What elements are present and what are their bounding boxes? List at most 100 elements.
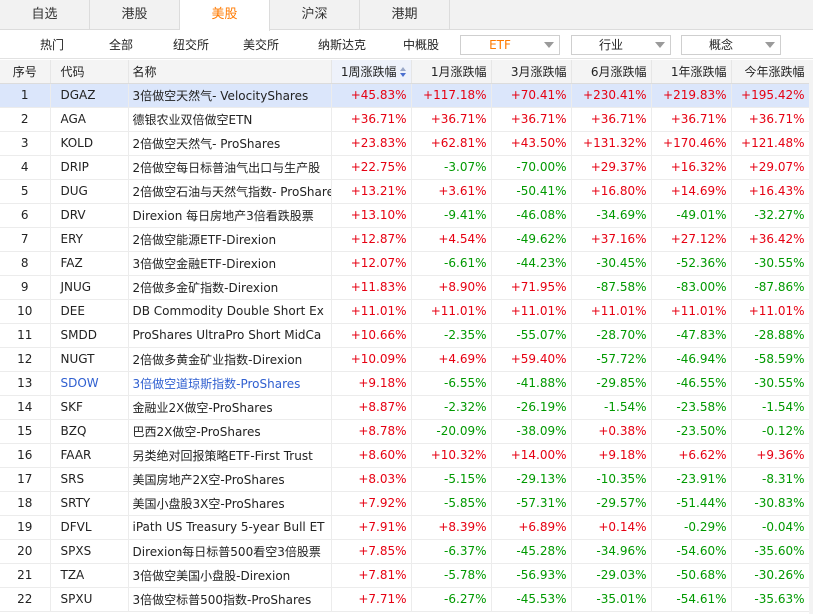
table-row[interactable]: 18 SRTY 美国小盘股3X空-ProShares +7.92% -5.85% -57.… [0,491,810,516]
cell-6m-change: +11.01% [571,299,652,324]
cell-1y-change: +170.46% [651,131,732,156]
table-body: 1 DGAZ 3倍做空天然气- VelocityShares +45.83% +117.… [0,83,810,612]
cell-1m-change: -20.09% [411,419,492,444]
table-row[interactable]: 16 FAAR 另类绝对回报策略ETF-First Trust +8.60% +10.3… [0,443,810,468]
table-row[interactable]: 3 KOLD 2倍做空天然气- ProShares +23.83% +62.81% +43… [0,131,810,156]
cell-name: iPath US Treasury 5-year Bull ET [128,515,332,540]
cell-code: ERY [50,227,129,252]
table-row[interactable]: 9 JNUG 2倍做多金矿指数-Direxion +11.83% +8.90% +71.9… [0,275,810,300]
category-amex[interactable]: 美交所 [243,31,279,59]
category-all[interactable]: 全部 [109,31,133,59]
cell-6m-change: +29.37% [571,155,652,180]
etf-dropdown-label: ETF [489,38,511,52]
table-row[interactable]: 11 SMDD ProShares UltraPro Short MidCa +10.… [0,323,810,348]
vertical-scrollbar[interactable] [809,60,813,614]
cell-code: SMDD [50,323,129,348]
cell-ytd-change: -30.55% [731,371,810,396]
cell-code: FAZ [50,251,129,276]
cell-index: 15 [0,419,51,444]
col-header-ytd-change[interactable]: 今年涨跌幅 [731,60,810,84]
cell-1w-change: +45.83% [331,83,412,108]
tab-hk-futures[interactable]: 港期 [360,0,450,30]
cell-index: 20 [0,539,51,564]
cell-1y-change: +27.12% [651,227,732,252]
cell-1y-change: -54.61% [651,587,732,612]
concept-dropdown[interactable]: 概念 [681,35,781,55]
table-row[interactable]: 10 DEE DB Commodity Double Short Ex +11.01%… [0,299,810,324]
industry-dropdown-label: 行业 [598,38,623,52]
tab-hk-stocks[interactable]: 港股 [90,0,180,30]
cell-1m-change: +117.18% [411,83,492,108]
cell-ytd-change: -32.27% [731,203,810,228]
cell-1w-change: +7.85% [331,539,412,564]
cell-ytd-change: -30.26% [731,563,810,588]
table-row[interactable]: 14 SKF 金融业2X做空-ProShares +8.87% -2.32% -26.19… [0,395,810,420]
cell-code: SRTY [50,491,129,516]
table-row[interactable]: 22 SPXU 3倍做空标普500指数-ProShares +7.71% -6.27% -… [0,587,810,612]
cell-1y-change: -0.29% [651,515,732,540]
table-row[interactable]: 6 DRV Direxion 每日房地产3倍看跌股票 +13.10% -9.41% -46… [0,203,810,228]
col-header-1m-change[interactable]: 1月涨跌幅 [411,60,492,84]
category-china-concept[interactable]: 中概股 [403,31,439,59]
table-row[interactable]: 17 SRS 美国房地产2X空-ProShares +8.03% -5.15% -29.1… [0,467,810,492]
col-header-1y-change[interactable]: 1年涨跌幅 [651,60,732,84]
cell-1w-change: +10.09% [331,347,412,372]
table-row[interactable]: 12 NUGT 2倍做多黄金矿业指数-Direxion +10.09% +4.69% +5… [0,347,810,372]
cell-6m-change: +0.38% [571,419,652,444]
cell-1y-change: -54.60% [651,539,732,564]
cell-6m-change: -29.57% [571,491,652,516]
cell-ytd-change: -35.60% [731,539,810,564]
table-row[interactable]: 7 ERY 2倍做空能源ETF-Direxion +12.87% +4.54% -49.6… [0,227,810,252]
col-header-6m-change[interactable]: 6月涨跌幅 [571,60,652,84]
cell-index: 19 [0,515,51,540]
table-row[interactable]: 8 FAZ 3倍做空金融ETF-Direxion +12.07% -6.61% -44.2… [0,251,810,276]
etf-dropdown[interactable]: ETF [460,35,560,55]
cell-3m-change: +71.95% [491,275,572,300]
cell-index: 11 [0,323,51,348]
col-header-code[interactable]: 代码 [50,60,129,84]
category-hot[interactable]: 热门 [40,31,64,59]
table-row[interactable]: 13 SDOW 3倍做空道琼斯指数-ProShares +9.18% -6.55% -41… [0,371,810,396]
table-row[interactable]: 5 DUG 2倍做空石油与天然气指数- ProShares +13.21% +3.61%… [0,179,810,204]
cell-3m-change: -26.19% [491,395,572,420]
col-header-name[interactable]: 名称 [128,60,332,84]
cell-index: 22 [0,587,51,612]
cell-1m-change: +11.01% [411,299,492,324]
cell-code: SPXS [50,539,129,564]
cell-name: ProShares UltraPro Short MidCa [128,323,332,348]
category-nyse[interactable]: 纽交所 [173,31,209,59]
col-header-3m-change[interactable]: 3月涨跌幅 [491,60,572,84]
cell-1m-change: +4.54% [411,227,492,252]
cell-name: 巴西2X做空-ProShares [128,419,332,444]
tab-shanghai-shenzhen[interactable]: 沪深 [270,0,360,30]
cell-1y-change: -52.36% [651,251,732,276]
table-row[interactable]: 15 BZQ 巴西2X做空-ProShares +8.78% -20.09% -38.09… [0,419,810,444]
tab-us-stocks[interactable]: 美股 [180,0,270,31]
col-header-1w-change[interactable]: 1周涨跌幅 [331,60,412,84]
cell-name: 2倍做空能源ETF-Direxion [128,227,332,252]
category-nasdaq[interactable]: 纳斯达克 [318,31,366,59]
table-row[interactable]: 4 DRIP 2倍做空每日标普油气出口与生产股 +22.75% -3.07% -70.00… [0,155,810,180]
cell-ytd-change: -0.04% [731,515,810,540]
industry-dropdown[interactable]: 行业 [571,35,671,55]
table-row[interactable]: 1 DGAZ 3倍做空天然气- VelocityShares +45.83% +117.… [0,83,810,108]
cell-1w-change: +7.71% [331,587,412,612]
cell-1y-change: +219.83% [651,83,732,108]
cell-1y-change: +14.69% [651,179,732,204]
cell-3m-change: -41.88% [491,371,572,396]
tab-watchlist[interactable]: 自选 [0,0,90,30]
cell-6m-change: +131.32% [571,131,652,156]
table-row[interactable]: 19 DFVL iPath US Treasury 5-year Bull ET +7… [0,515,810,540]
cell-ytd-change: -1.54% [731,395,810,420]
cell-3m-change: -70.00% [491,155,572,180]
cell-code: DFVL [50,515,129,540]
etf-table: 序号 代码 名称 1周涨跌幅 1月涨跌幅 3月涨跌幅 6月涨跌幅 1年涨跌幅 今… [0,60,813,612]
cell-index: 16 [0,443,51,468]
cell-code: SRS [50,467,129,492]
cell-1y-change: +36.71% [651,107,732,132]
table-row[interactable]: 2 AGA 德银农业双倍做空ETN +36.71% +36.71% +36.71% +36.… [0,107,810,132]
cell-6m-change: +36.71% [571,107,652,132]
cell-3m-change: -45.28% [491,539,572,564]
table-row[interactable]: 21 TZA 3倍做空美国小盘股-Direxion +7.81% -5.78% -56.9… [0,563,810,588]
table-row[interactable]: 20 SPXS Direxion每日标普500看空3倍股票 +7.85% -6.37% -… [0,539,810,564]
